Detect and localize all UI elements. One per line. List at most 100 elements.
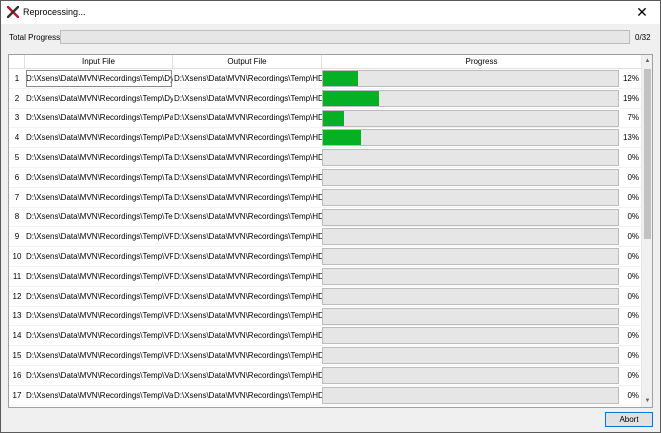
output-file-cell[interactable]: D:\Xsens\Data\MVN\Recordings\Temp\HD bbox=[173, 326, 322, 345]
output-file-cell[interactable]: D:\Xsens\Data\MVN\Recordings\Temp\HD bbox=[173, 267, 322, 286]
progress-cell bbox=[322, 69, 619, 88]
input-file-cell[interactable]: D:\Xsens\Data\MVN\Recordings\Temp\VR bbox=[25, 227, 173, 246]
table-row[interactable]: 3 D:\Xsens\Data\MVN\Recordings\Temp\Pa D:\… bbox=[9, 108, 641, 129]
row-progress-bar bbox=[322, 386, 619, 404]
files-table: Input File Output File Progress 1 D:\Xsen… bbox=[8, 54, 653, 408]
row-number: 11 bbox=[9, 267, 25, 286]
progress-percent: 0% bbox=[627, 351, 639, 361]
table-row[interactable]: 8 D:\Xsens\Data\MVN\Recordings\Temp\Te D:\… bbox=[9, 207, 641, 228]
close-icon[interactable]: ✕ bbox=[636, 4, 648, 21]
row-number: 9 bbox=[9, 227, 25, 247]
input-file-cell[interactable]: D:\Xsens\Data\MVN\Recordings\Temp\Va bbox=[25, 366, 173, 385]
progress-percent: 12% bbox=[622, 73, 639, 83]
table-row[interactable]: 15 D:\Xsens\Data\MVN\Recordings\Temp\VR D:… bbox=[9, 346, 641, 366]
row-number: 1 bbox=[9, 69, 25, 88]
column-header-input-file[interactable]: Input File bbox=[25, 55, 173, 69]
progress-cell bbox=[322, 346, 619, 365]
output-file-cell[interactable]: D:\Xsens\Data\MVN\Recordings\Temp\HD bbox=[173, 89, 322, 108]
output-file-cell[interactable]: D:\Xsens\Data\MVN\Recordings\Temp\HD bbox=[173, 69, 322, 88]
total-progress-label: Total Progress bbox=[9, 33, 61, 42]
row-progress-fill bbox=[323, 110, 344, 126]
table-row[interactable]: 13 D:\Xsens\Data\MVN\Recordings\Temp\VR D:… bbox=[9, 306, 641, 327]
table-body: 1 D:\Xsens\Data\MVN\Recordings\Temp\Dy D:\… bbox=[9, 69, 641, 407]
input-file-cell[interactable]: D:\Xsens\Data\MVN\Recordings\Temp\VR bbox=[25, 326, 173, 345]
input-file-cell[interactable]: D:\Xsens\Data\MVN\Recordings\Temp\Pa bbox=[25, 128, 173, 147]
table-row[interactable]: 5 D:\Xsens\Data\MVN\Recordings\Temp\Ta D:\… bbox=[9, 148, 641, 168]
close-button[interactable]: ✕ bbox=[624, 1, 660, 23]
table-row[interactable]: 4 D:\Xsens\Data\MVN\Recordings\Temp\Pa D:\… bbox=[9, 128, 641, 149]
progress-cell bbox=[322, 89, 619, 108]
scroll-up-arrow-icon[interactable]: ▲ bbox=[642, 55, 652, 67]
input-file-cell[interactable]: D:\Xsens\Data\MVN\Recordings\Temp\Dy bbox=[25, 69, 173, 88]
input-file-cell[interactable]: D:\Xsens\Data\MVN\Recordings\Temp\Ta bbox=[25, 188, 173, 207]
table-row[interactable]: 16 D:\Xsens\Data\MVN\Recordings\Temp\Va D:… bbox=[9, 366, 641, 386]
output-file-cell[interactable]: D:\Xsens\Data\MVN\Recordings\Temp\HD bbox=[173, 346, 322, 365]
input-file-cell[interactable]: D:\Xsens\Data\MVN\Recordings\Temp\Pa bbox=[25, 109, 173, 128]
output-file-cell[interactable]: D:\Xsens\Data\MVN\Recordings\Temp\HD bbox=[173, 148, 322, 167]
row-number: 17 bbox=[9, 385, 25, 405]
progress-cell bbox=[322, 188, 619, 207]
table-row[interactable]: 10 D:\Xsens\Data\MVN\Recordings\Temp\VR D:… bbox=[9, 247, 641, 267]
header-corner bbox=[9, 55, 25, 69]
row-progress-bar bbox=[322, 89, 619, 107]
input-file-cell[interactable]: D:\Xsens\Data\MVN\Recordings\Temp\VR bbox=[25, 247, 173, 266]
output-file-cell[interactable]: D:\Xsens\Data\MVN\Recordings\Temp\HD bbox=[173, 128, 322, 147]
input-file-cell[interactable]: D:\Xsens\Data\MVN\Recordings\Temp\Ta bbox=[25, 168, 173, 187]
row-progress-bar bbox=[322, 347, 619, 365]
progress-percent: 0% bbox=[627, 172, 639, 182]
reprocessing-dialog: Reprocessing... ✕ Total Progress 0/32 In… bbox=[0, 0, 661, 433]
progress-percent: 0% bbox=[627, 153, 639, 163]
table-row[interactable]: 9 D:\Xsens\Data\MVN\Recordings\Temp\VR D:\… bbox=[9, 227, 641, 248]
progress-percent: 0% bbox=[627, 390, 639, 400]
table-row[interactable]: 2 D:\Xsens\Data\MVN\Recordings\Temp\Dy D:\… bbox=[9, 88, 641, 109]
input-file-cell[interactable]: D:\Xsens\Data\MVN\Recordings\Temp\Te bbox=[25, 208, 173, 227]
table-row[interactable]: 11 D:\Xsens\Data\MVN\Recordings\Temp\VR D:… bbox=[9, 267, 641, 287]
progress-percent: 7% bbox=[627, 113, 639, 123]
row-number: 12 bbox=[9, 286, 25, 306]
row-progress-bar bbox=[322, 307, 619, 325]
table-row[interactable]: 1 D:\Xsens\Data\MVN\Recordings\Temp\Dy D:\… bbox=[9, 69, 641, 89]
progress-cell bbox=[322, 247, 619, 266]
output-file-cell[interactable]: D:\Xsens\Data\MVN\Recordings\Temp\HD bbox=[173, 227, 322, 246]
input-file-cell[interactable]: D:\Xsens\Data\MVN\Recordings\Temp\VR bbox=[25, 346, 173, 365]
progress-cell bbox=[322, 168, 619, 187]
input-file-cell[interactable]: D:\Xsens\Data\MVN\Recordings\Temp\VR bbox=[25, 307, 173, 326]
progress-cell bbox=[322, 326, 619, 345]
row-progress-bar bbox=[322, 267, 619, 285]
row-number: 7 bbox=[9, 187, 25, 207]
output-file-cell[interactable]: D:\Xsens\Data\MVN\Recordings\Temp\HD bbox=[173, 109, 322, 128]
scrollbar-thumb[interactable] bbox=[644, 69, 651, 239]
input-file-cell[interactable]: D:\Xsens\Data\MVN\Recordings\Temp\VR bbox=[25, 287, 173, 306]
progress-cell bbox=[322, 386, 619, 405]
row-progress-bar bbox=[322, 149, 619, 167]
vertical-scrollbar[interactable]: ▲ ▼ bbox=[641, 55, 652, 407]
table-row[interactable]: 12 D:\Xsens\Data\MVN\Recordings\Temp\VR D:… bbox=[9, 286, 641, 307]
output-file-cell[interactable]: D:\Xsens\Data\MVN\Recordings\Temp\HD bbox=[173, 366, 322, 385]
output-file-cell[interactable]: D:\Xsens\Data\MVN\Recordings\Temp\HD bbox=[173, 168, 322, 187]
column-header-output-file[interactable]: Output File bbox=[173, 55, 322, 69]
table-row[interactable]: 14 D:\Xsens\Data\MVN\Recordings\Temp\VR D:… bbox=[9, 326, 641, 347]
input-file-cell[interactable]: D:\Xsens\Data\MVN\Recordings\Temp\Va bbox=[25, 386, 173, 405]
column-header-progress[interactable]: Progress bbox=[322, 55, 641, 69]
table-row[interactable]: 6 D:\Xsens\Data\MVN\Recordings\Temp\Ta D:\… bbox=[9, 168, 641, 188]
progress-cell bbox=[322, 287, 619, 306]
row-progress-bar bbox=[322, 228, 619, 246]
input-file-cell[interactable]: D:\Xsens\Data\MVN\Recordings\Temp\VR bbox=[25, 267, 173, 286]
table-row[interactable]: 7 D:\Xsens\Data\MVN\Recordings\Temp\Ta D:\… bbox=[9, 187, 641, 208]
input-file-cell[interactable]: D:\Xsens\Data\MVN\Recordings\Temp\Ta bbox=[25, 148, 173, 167]
output-file-cell[interactable]: D:\Xsens\Data\MVN\Recordings\Temp\HD bbox=[173, 208, 322, 227]
table-row[interactable]: 17 D:\Xsens\Data\MVN\Recordings\Temp\Va D:… bbox=[9, 385, 641, 406]
row-progress-bar bbox=[322, 366, 619, 384]
scroll-down-arrow-icon[interactable]: ▼ bbox=[642, 395, 652, 407]
output-file-cell[interactable]: D:\Xsens\Data\MVN\Recordings\Temp\HD bbox=[173, 188, 322, 207]
output-file-cell[interactable]: D:\Xsens\Data\MVN\Recordings\Temp\HD bbox=[173, 287, 322, 306]
output-file-cell[interactable]: D:\Xsens\Data\MVN\Recordings\Temp\HD bbox=[173, 247, 322, 266]
output-file-cell[interactable]: D:\Xsens\Data\MVN\Recordings\Temp\HD bbox=[173, 386, 322, 405]
input-file-cell[interactable]: D:\Xsens\Data\MVN\Recordings\Temp\Dy bbox=[25, 89, 173, 108]
row-number: 3 bbox=[9, 108, 25, 128]
row-number: 15 bbox=[9, 346, 25, 365]
output-file-cell[interactable]: D:\Xsens\Data\MVN\Recordings\Temp\HD bbox=[173, 307, 322, 326]
row-number: 13 bbox=[9, 306, 25, 326]
abort-button[interactable]: Abort bbox=[605, 412, 653, 427]
row-number: 8 bbox=[9, 207, 25, 227]
